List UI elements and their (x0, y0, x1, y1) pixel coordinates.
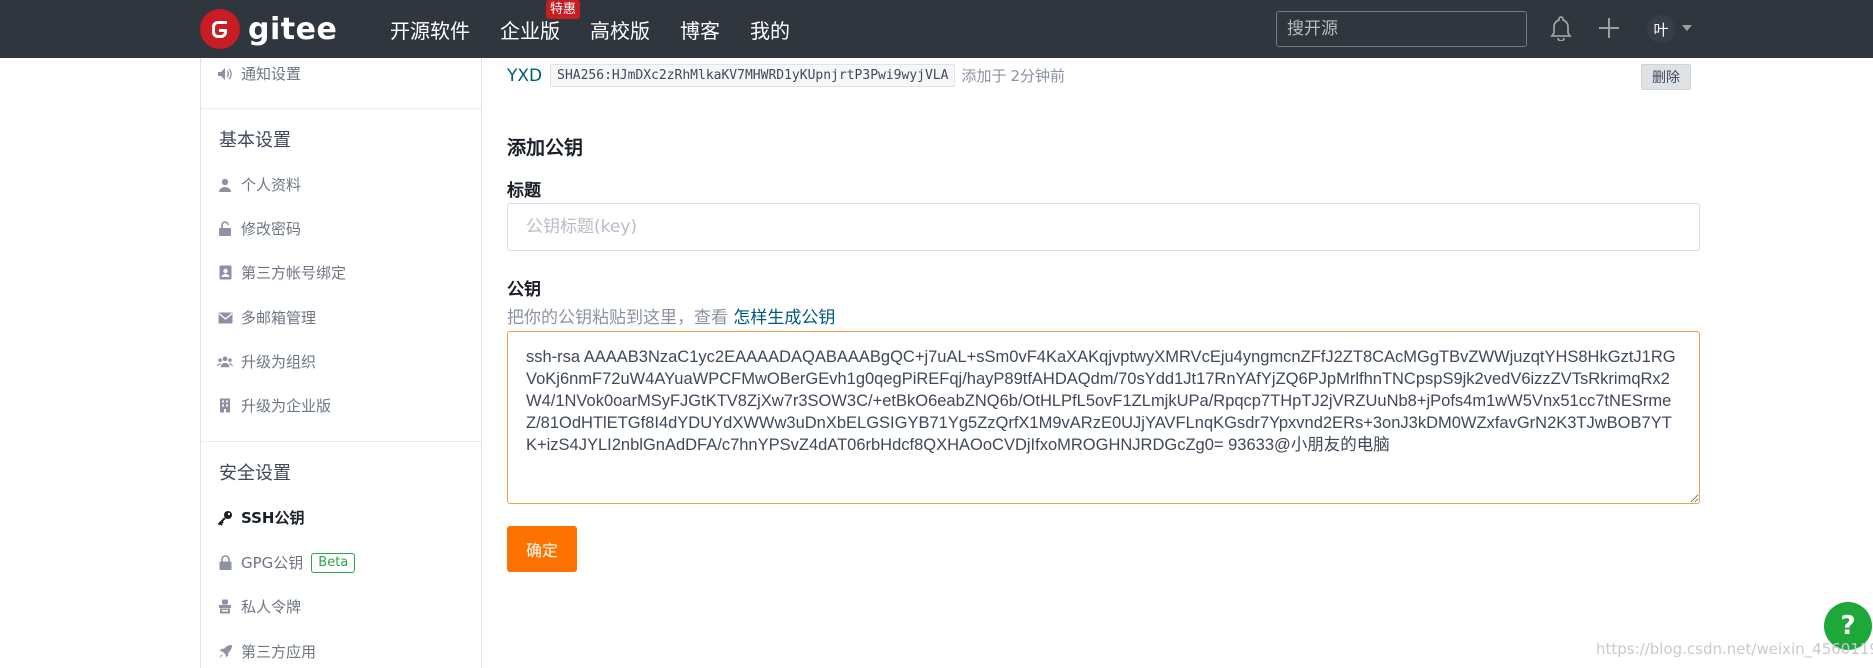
key-name: YXD (507, 65, 543, 86)
basic-settings-heading: 基本设置 (219, 130, 291, 151)
nav-link-enterprise-label: 企业版 (500, 18, 560, 43)
settings-sidebar: 通知设置 基本设置 个人资料 修改密码 第三方帐号绑定 多邮箱管理 升级为组织 (200, 58, 482, 668)
sidebar-item-label: 通知设置 (241, 65, 302, 83)
speaker-icon (217, 66, 233, 82)
sidebar-item-notifications[interactable]: 通知设置 (217, 63, 301, 84)
sidebar-item-label: 升级为组织 (241, 353, 317, 371)
building-icon (217, 398, 233, 414)
gitee-logo[interactable]: gitee (200, 7, 337, 51)
search-input[interactable] (1276, 11, 1527, 47)
watermark: https://blog.csdn.net/weixin_45601191 (1596, 640, 1873, 658)
envelope-icon (217, 310, 233, 326)
sidebar-item-label: 第三方帐号绑定 (241, 264, 347, 282)
plus-icon[interactable] (1597, 16, 1621, 40)
user-icon (217, 177, 233, 193)
sidebar-item-label: 个人资料 (241, 176, 302, 194)
sidebar-item-profile[interactable]: 个人资料 (217, 174, 301, 195)
beta-badge: Beta (311, 552, 356, 573)
key-title-input[interactable] (507, 203, 1700, 251)
nav-link-open-source[interactable]: 开源软件 (390, 15, 470, 44)
lock-icon (217, 555, 233, 571)
sidebar-item-gpg-keys[interactable]: GPG公钥 Beta (217, 552, 356, 573)
contact-card-icon (217, 265, 233, 281)
token-icon (217, 599, 233, 615)
bell-icon[interactable] (1549, 15, 1573, 42)
add-key-heading: 添加公钥 (507, 137, 584, 159)
unlock-icon (217, 221, 233, 237)
sidebar-item-private-tokens[interactable]: 私人令牌 (217, 596, 301, 617)
sidebar-item-emails[interactable]: 多邮箱管理 (217, 307, 316, 328)
key-icon (217, 510, 233, 526)
key-fingerprint: SHA256:HJmDXc2zRhMlkaKV7MHWRD1yKUpnjrtP3… (550, 64, 956, 87)
chevron-down-icon[interactable] (1682, 25, 1692, 31)
avatar[interactable]: 叶 (1647, 15, 1675, 43)
top-navbar: gitee 开源软件 企业版 特惠 高校版 博客 我的 叶 (0, 0, 1873, 58)
sidebar-item-label: 多邮箱管理 (241, 309, 317, 327)
sidebar-item-label: SSH公钥 (241, 509, 305, 527)
promo-badge: 特惠 (546, 0, 581, 19)
public-key-hint-text: 把你的公钥粘贴到这里，查看 (507, 308, 728, 328)
security-settings-heading: 安全设置 (219, 463, 291, 484)
gitee-logo-icon (200, 9, 240, 49)
nav-link-education[interactable]: 高校版 (590, 15, 650, 44)
divider (201, 441, 481, 442)
sidebar-item-label: 第三方应用 (241, 643, 317, 661)
main-nav: 开源软件 企业版 特惠 高校版 博客 我的 (390, 0, 820, 58)
confirm-button[interactable]: 确定 (507, 526, 577, 572)
key-added-prefix: 添加于 (961, 67, 1007, 85)
divider (201, 108, 481, 109)
delete-key-button[interactable]: 删除 (1641, 64, 1691, 90)
sidebar-item-third-party-binding[interactable]: 第三方帐号绑定 (217, 262, 346, 283)
group-icon (217, 354, 233, 370)
sidebar-item-upgrade-org[interactable]: 升级为组织 (217, 351, 316, 372)
key-added-time: 2分钟前 (1010, 67, 1066, 85)
sidebar-item-ssh-keys[interactable]: SSH公钥 (217, 507, 305, 528)
how-to-generate-key-link[interactable]: 怎样生成公钥 (733, 308, 835, 328)
title-label: 标题 (507, 181, 541, 201)
nav-link-mine[interactable]: 我的 (750, 15, 790, 44)
logo-text: gitee (248, 11, 338, 47)
nav-link-enterprise[interactable]: 企业版 特惠 (500, 0, 581, 44)
sidebar-item-upgrade-enterprise[interactable]: 升级为企业版 (217, 395, 331, 416)
sidebar-item-label: 私人令牌 (241, 598, 302, 616)
sidebar-item-label: 修改密码 (241, 220, 302, 238)
public-key-label: 公钥 (507, 280, 541, 300)
sidebar-item-label: GPG公钥 (241, 554, 304, 572)
sidebar-item-password[interactable]: 修改密码 (217, 218, 301, 239)
public-key-hint: 把你的公钥粘贴到这里，查看 怎样生成公钥 (507, 303, 835, 328)
public-key-textarea[interactable]: ssh-rsa AAAAB3NzaC1yc2EAAAADAQABAAABgQC+… (507, 331, 1700, 504)
rocket-icon (217, 644, 233, 660)
existing-key-row: YXD SHA256:HJmDXc2zRhMlkaKV7MHWRD1yKUpnj… (507, 64, 1065, 87)
sidebar-item-label: 升级为企业版 (241, 397, 332, 415)
sidebar-item-third-party-apps[interactable]: 第三方应用 (217, 641, 316, 662)
nav-link-blog[interactable]: 博客 (680, 15, 720, 44)
